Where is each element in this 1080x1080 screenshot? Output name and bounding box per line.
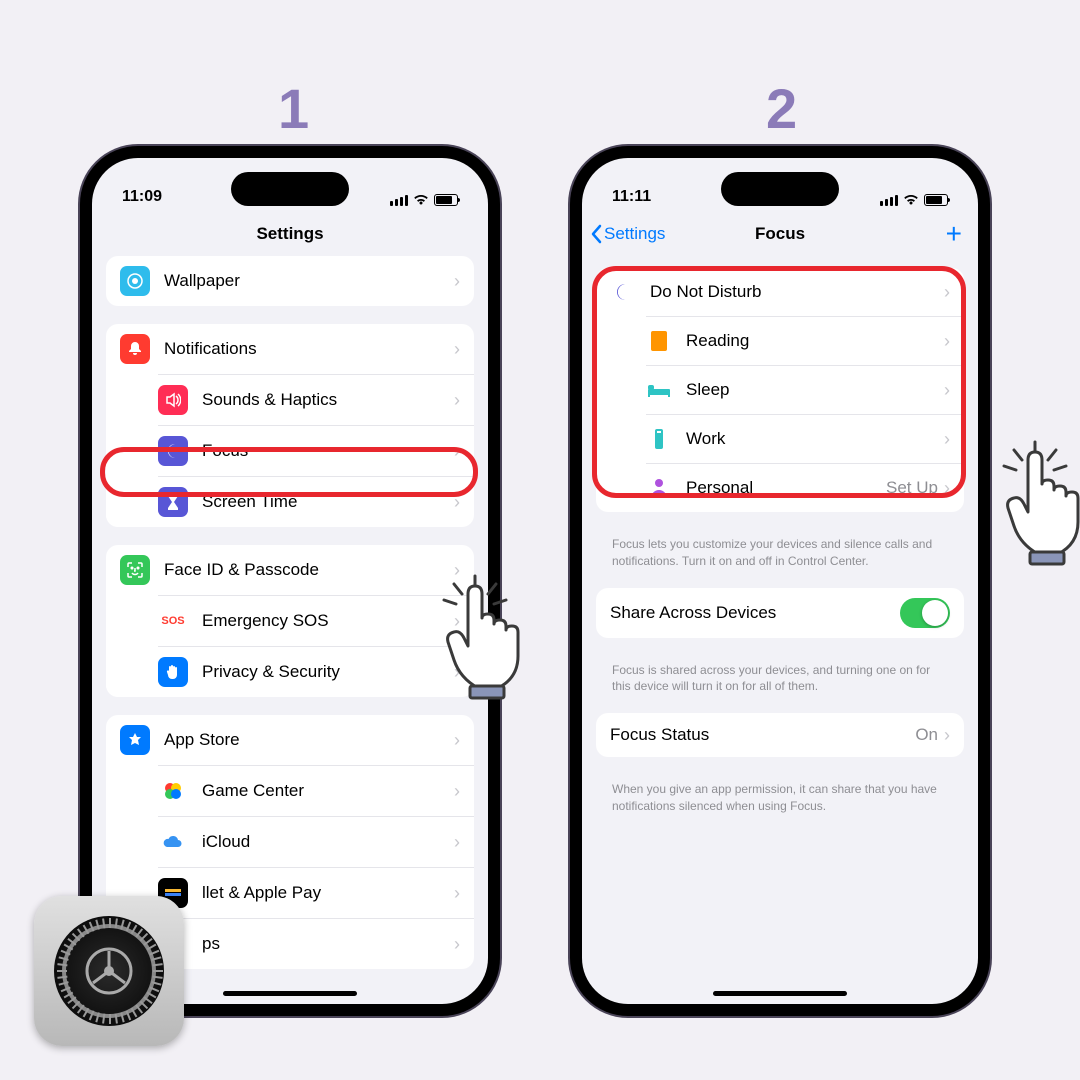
home-indicator bbox=[713, 991, 847, 996]
chevron-right-icon: › bbox=[454, 832, 460, 853]
focus-mode-personal[interactable]: PersonalSet Up› bbox=[646, 463, 964, 512]
focus-description: Focus lets you customize your devices an… bbox=[596, 530, 964, 588]
settings-row-wallpaper[interactable]: Wallpaper› bbox=[106, 256, 474, 306]
signal-icon bbox=[880, 195, 898, 206]
chevron-right-icon: › bbox=[454, 730, 460, 751]
settings-row--ps[interactable]: ps› bbox=[158, 918, 474, 969]
chevron-right-icon: › bbox=[454, 934, 460, 955]
back-button[interactable]: Settings bbox=[590, 224, 665, 244]
chevron-right-icon: › bbox=[944, 725, 950, 746]
focus-mode-reading[interactable]: Reading› bbox=[646, 316, 964, 365]
dynamic-island bbox=[721, 172, 839, 206]
hourglass-icon bbox=[158, 487, 188, 517]
settings-row-face-id-passcode[interactable]: Face ID & Passcode› bbox=[106, 545, 474, 595]
chevron-right-icon: › bbox=[454, 339, 460, 360]
step-number-2: 2 bbox=[766, 76, 797, 141]
signal-icon bbox=[390, 195, 408, 206]
phone-1: 11:09 Settings Wallpaper› Notifications›… bbox=[80, 146, 500, 1016]
focus-mode-icon bbox=[646, 426, 672, 452]
settings-row-focus[interactable]: Focus› bbox=[158, 425, 474, 476]
focus-mode-icon bbox=[646, 328, 672, 354]
step-number-1: 1 bbox=[278, 76, 309, 141]
settings-row-notifications[interactable]: Notifications› bbox=[106, 324, 474, 374]
status-time: 11:11 bbox=[612, 188, 651, 206]
phone-2: 11:11 Settings Focus + Do Not Disturb›Re… bbox=[570, 146, 990, 1016]
share-across-devices-row[interactable]: Share Across Devices bbox=[596, 588, 964, 638]
settings-row-app-store[interactable]: App Store› bbox=[106, 715, 474, 765]
bell-icon bbox=[120, 334, 150, 364]
sos-icon: SOS bbox=[158, 606, 188, 636]
focus-mode-work[interactable]: Work› bbox=[646, 414, 964, 463]
chevron-right-icon: › bbox=[944, 478, 950, 499]
chevron-right-icon: › bbox=[454, 560, 460, 581]
wifi-icon bbox=[413, 194, 429, 206]
chevron-right-icon: › bbox=[944, 282, 950, 303]
speaker-icon bbox=[158, 385, 188, 415]
faceid-icon bbox=[120, 555, 150, 585]
cloud-icon bbox=[158, 827, 188, 857]
hand-icon bbox=[158, 657, 188, 687]
settings-row-game-center[interactable]: Game Center› bbox=[158, 765, 474, 816]
wallpaper-icon bbox=[120, 266, 150, 296]
chevron-right-icon: › bbox=[944, 331, 950, 352]
share-toggle[interactable] bbox=[900, 598, 950, 628]
settings-app-icon bbox=[34, 896, 184, 1046]
focus-status-row[interactable]: Focus Status On › bbox=[596, 713, 964, 757]
status-time: 11:09 bbox=[122, 188, 162, 206]
gamecenter-icon bbox=[158, 776, 188, 806]
battery-icon bbox=[924, 194, 948, 206]
chevron-right-icon: › bbox=[944, 429, 950, 450]
add-button[interactable]: + bbox=[946, 218, 962, 250]
chevron-right-icon: › bbox=[454, 662, 460, 683]
chevron-right-icon: › bbox=[454, 390, 460, 411]
chevron-right-icon: › bbox=[454, 441, 460, 462]
dynamic-island bbox=[231, 172, 349, 206]
chevron-right-icon: › bbox=[454, 611, 460, 632]
chevron-right-icon: › bbox=[944, 380, 950, 401]
settings-row-privacy-security[interactable]: Privacy & Security› bbox=[158, 646, 474, 697]
settings-row--llet-apple-pay[interactable]: llet & Apple Pay› bbox=[158, 867, 474, 918]
focus-mode-icon bbox=[610, 279, 636, 305]
focus-mode-sleep[interactable]: Sleep› bbox=[646, 365, 964, 414]
moon-icon bbox=[158, 436, 188, 466]
chevron-right-icon: › bbox=[454, 883, 460, 904]
chevron-right-icon: › bbox=[454, 492, 460, 513]
focus-mode-do-not-disturb[interactable]: Do Not Disturb› bbox=[596, 268, 964, 316]
page-title: Focus bbox=[755, 224, 805, 244]
battery-icon bbox=[434, 194, 458, 206]
status-description: When you give an app permission, it can … bbox=[596, 775, 964, 833]
wifi-icon bbox=[903, 194, 919, 206]
chevron-right-icon: › bbox=[454, 271, 460, 292]
chevron-right-icon: › bbox=[454, 781, 460, 802]
nav-bar: Settings Focus + bbox=[582, 212, 978, 256]
share-description: Focus is shared across your devices, and… bbox=[596, 656, 964, 714]
home-indicator bbox=[223, 991, 357, 996]
settings-row-screen-time[interactable]: Screen Time› bbox=[158, 476, 474, 527]
nav-bar: Settings bbox=[92, 212, 488, 256]
settings-row-sounds-haptics[interactable]: Sounds & Haptics› bbox=[158, 374, 474, 425]
focus-mode-icon bbox=[646, 475, 672, 501]
focus-mode-icon bbox=[646, 377, 672, 403]
settings-row-icloud[interactable]: iCloud› bbox=[158, 816, 474, 867]
page-title: Settings bbox=[256, 224, 323, 244]
appstore-icon bbox=[120, 725, 150, 755]
settings-row-emergency-sos[interactable]: SOSEmergency SOS› bbox=[158, 595, 474, 646]
tap-hand-icon bbox=[990, 440, 1080, 570]
